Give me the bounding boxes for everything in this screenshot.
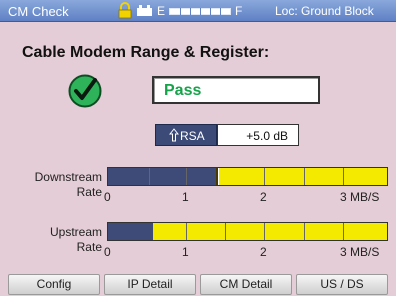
upstream-tick-2: 2 (260, 245, 267, 259)
status-text: Pass (164, 82, 202, 99)
up-arrow-icon (169, 128, 179, 142)
us-ds-softkey[interactable]: US / DS (296, 274, 388, 295)
downstream-tick-1: 1 (182, 190, 189, 204)
location-label: Loc: Ground Block (275, 4, 374, 18)
upstream-rate-label: Upstream Rate (49, 225, 102, 254)
downstream-tick-2: 2 (260, 190, 267, 204)
downstream-rate-fill (108, 168, 217, 185)
ip-detail-softkey[interactable]: IP Detail (104, 274, 196, 295)
upstream-tick-3: 3 MB/S (340, 245, 380, 259)
downstream-rate-cursor (216, 168, 218, 185)
header-bar: CM Check E F Loc: Ground Block (0, 0, 396, 22)
downstream-range-fill (219, 168, 387, 185)
fuel-gauge (169, 8, 231, 15)
upstream-tick-0: 0 (104, 245, 111, 259)
downstream-rate-label: Downstream Rate (34, 170, 102, 199)
fuel-full-label: F (235, 4, 243, 18)
upstream-tick-1: 1 (182, 245, 189, 259)
rsa-button[interactable]: RSA (155, 124, 217, 146)
downstream-tick-3: 3 MB/S (340, 190, 380, 204)
app-title: CM Check (8, 4, 69, 19)
status-result: Pass (152, 76, 320, 104)
rsa-value: +5.0 dB (246, 129, 288, 143)
rsa-value-field: +5.0 dB (217, 124, 299, 146)
upstream-range-fill (152, 223, 387, 240)
lock-icon (118, 2, 132, 19)
config-softkey[interactable]: Config (8, 274, 100, 295)
fuel-empty-label: E (157, 4, 166, 18)
battery-icon (137, 5, 152, 16)
cm-detail-softkey[interactable]: CM Detail (200, 274, 292, 295)
downstream-rate-bar (107, 167, 388, 186)
downstream-tick-0: 0 (104, 190, 111, 204)
page-title: Cable Modem Range & Register: (22, 44, 270, 61)
upstream-rate-fill (108, 223, 153, 240)
upstream-rate-bar (107, 222, 388, 241)
rsa-label: RSA (180, 129, 205, 143)
checkmark-icon (68, 74, 102, 108)
